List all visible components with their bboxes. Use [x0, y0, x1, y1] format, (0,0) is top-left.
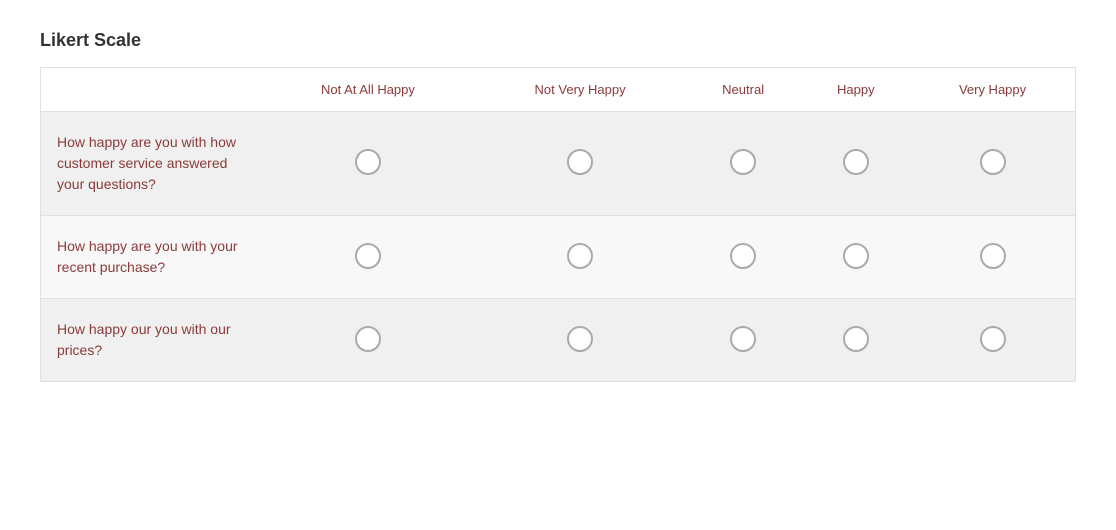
radio-button-row1-col1[interactable]	[567, 243, 593, 269]
radio-cell-row2-col3[interactable]	[802, 299, 911, 382]
radio-cell-row0-col4[interactable]	[910, 112, 1075, 216]
col-header-2: Not Very Happy	[475, 68, 684, 112]
question-cell-2: How happy our you with our prices?	[41, 299, 261, 382]
col-header-3: Neutral	[685, 68, 802, 112]
radio-cell-row2-col2[interactable]	[685, 299, 802, 382]
col-header-question	[41, 68, 261, 112]
radio-button-row2-col0[interactable]	[355, 326, 381, 352]
radio-cell-row2-col4[interactable]	[910, 299, 1075, 382]
radio-button-row0-col0[interactable]	[355, 149, 381, 175]
col-header-5: Very Happy	[910, 68, 1075, 112]
radio-button-row0-col4[interactable]	[980, 149, 1006, 175]
radio-button-row2-col2[interactable]	[730, 326, 756, 352]
question-cell-1: How happy are you with your recent purch…	[41, 216, 261, 299]
radio-button-row0-col1[interactable]	[567, 149, 593, 175]
radio-cell-row0-col3[interactable]	[802, 112, 911, 216]
col-header-1: Not At All Happy	[261, 68, 476, 112]
question-cell-0: How happy are you with how customer serv…	[41, 112, 261, 216]
radio-button-row1-col2[interactable]	[730, 243, 756, 269]
radio-cell-row1-col1[interactable]	[475, 216, 684, 299]
likert-table: Not At All Happy Not Very Happy Neutral …	[40, 67, 1076, 382]
radio-button-row0-col2[interactable]	[730, 149, 756, 175]
radio-button-row1-col4[interactable]	[980, 243, 1006, 269]
table-row: How happy are you with your recent purch…	[41, 216, 1076, 299]
radio-button-row0-col3[interactable]	[843, 149, 869, 175]
radio-button-row1-col0[interactable]	[355, 243, 381, 269]
radio-cell-row1-col2[interactable]	[685, 216, 802, 299]
radio-cell-row0-col0[interactable]	[261, 112, 476, 216]
table-row: How happy our you with our prices?	[41, 299, 1076, 382]
radio-cell-row1-col4[interactable]	[910, 216, 1075, 299]
col-header-4: Happy	[802, 68, 911, 112]
radio-cell-row0-col2[interactable]	[685, 112, 802, 216]
radio-cell-row1-col0[interactable]	[261, 216, 476, 299]
radio-button-row1-col3[interactable]	[843, 243, 869, 269]
likert-title: Likert Scale	[40, 30, 1076, 51]
radio-button-row2-col1[interactable]	[567, 326, 593, 352]
radio-cell-row1-col3[interactable]	[802, 216, 911, 299]
table-row: How happy are you with how customer serv…	[41, 112, 1076, 216]
radio-cell-row0-col1[interactable]	[475, 112, 684, 216]
radio-button-row2-col4[interactable]	[980, 326, 1006, 352]
radio-cell-row2-col0[interactable]	[261, 299, 476, 382]
radio-button-row2-col3[interactable]	[843, 326, 869, 352]
radio-cell-row2-col1[interactable]	[475, 299, 684, 382]
table-header-row: Not At All Happy Not Very Happy Neutral …	[41, 68, 1076, 112]
